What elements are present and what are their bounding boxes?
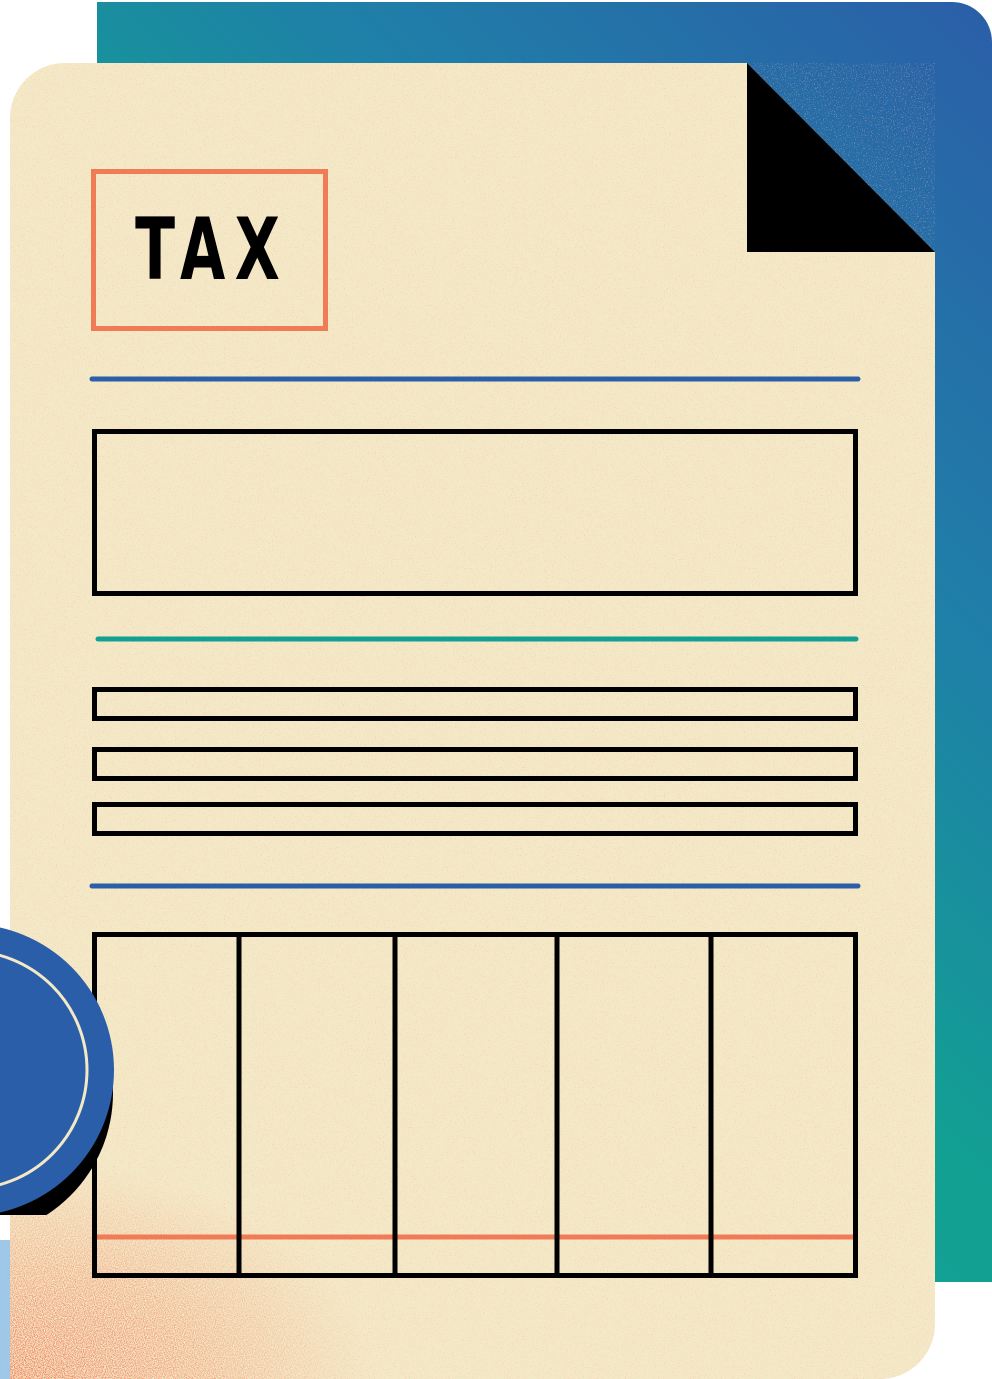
orange-gradient-glow — [10, 963, 710, 1379]
tax-form-sheet: TAX — [10, 63, 935, 1379]
tax-document-illustration: TAX — [0, 0, 992, 1379]
left-edge-strip — [0, 1240, 10, 1379]
seal-disc — [0, 927, 114, 1213]
blue-seal-icon — [0, 927, 114, 1215]
tax-title: TAX — [135, 200, 290, 300]
